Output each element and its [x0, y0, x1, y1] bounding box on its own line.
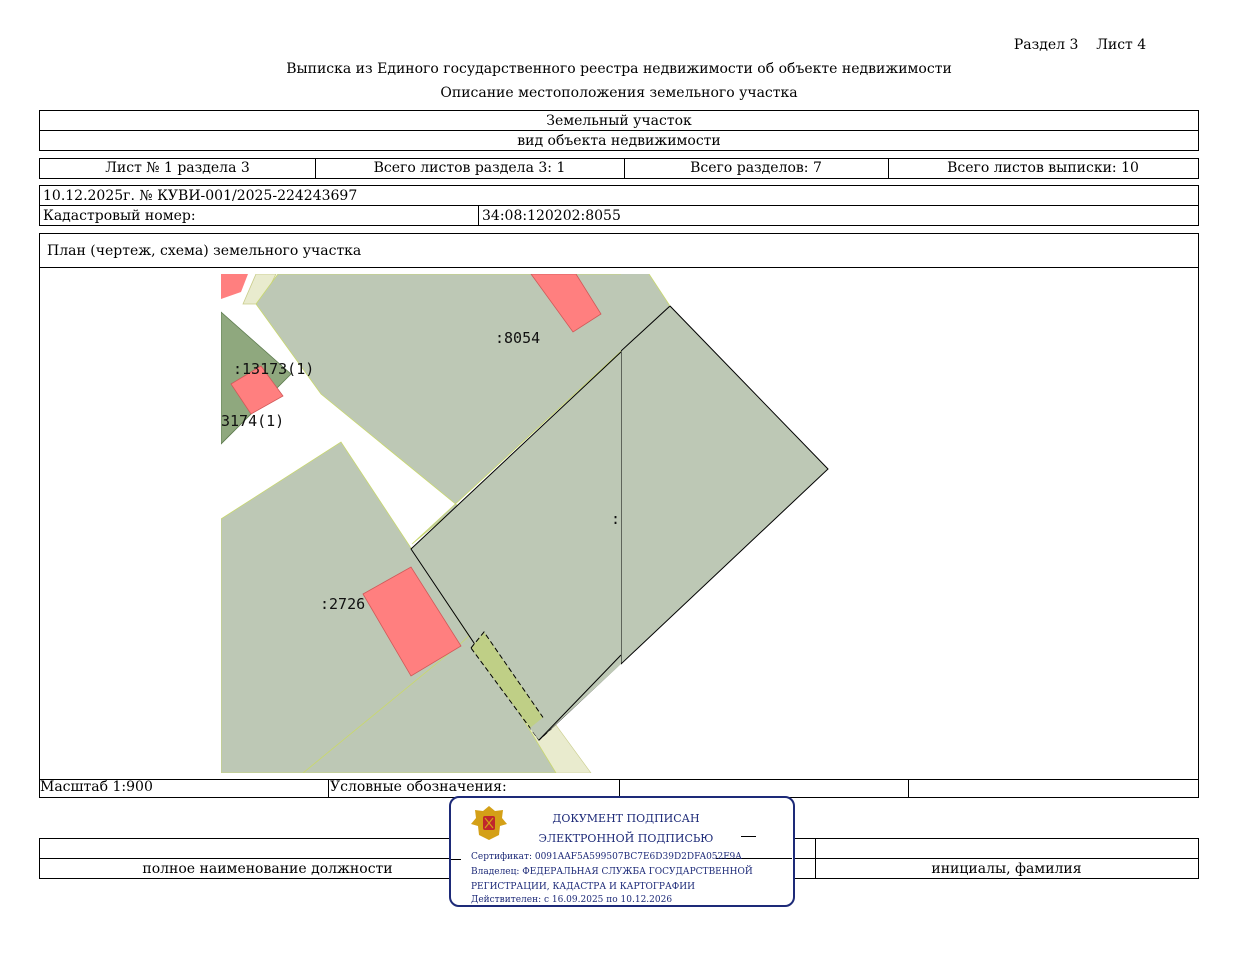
- map-scale: Масштаб 1:900: [40, 779, 153, 795]
- object-type-table: Земельный участок вид объекта недвижимос…: [39, 110, 1199, 151]
- sheet-number: Лист № 1 раздела 3: [105, 160, 250, 176]
- name-caption: инициалы, фамилия: [931, 861, 1082, 877]
- section-sheet-label: Раздел 3 Лист 4: [1013, 37, 1147, 53]
- object-type-caption: вид объекта недвижимости: [517, 133, 721, 149]
- object-type-value: Земельный участок: [546, 113, 692, 129]
- owner-line-1: Владелец: ФЕДЕРАЛЬНАЯ СЛУЖБА ГОСУДАРСТВЕ…: [471, 867, 753, 877]
- plan-title: План (чертеж, схема) земельного участка: [47, 243, 362, 259]
- label-8055: :8055: [611, 510, 621, 528]
- document-title: Выписка из Единого государственного реес…: [286, 61, 952, 77]
- position-caption: полное наименование должности: [142, 861, 393, 877]
- stamp-line-2: ЭЛЕКТРОННОЙ ПОДПИСЬЮ: [511, 832, 741, 846]
- sheet-info-row: Лист № 1 раздела 3 Всего листов раздела …: [39, 158, 1199, 179]
- sheets-in-section: Всего листов раздела 3: 1: [373, 160, 566, 176]
- date-number: 10.12.2025г. № КУВИ-001/2025-224243697: [43, 188, 358, 204]
- legend-label: Условные обозначения:: [330, 779, 507, 795]
- cadastral-plan-map-right: [621, 274, 829, 665]
- total-sections: Всего разделов: 7: [690, 160, 822, 176]
- electronic-signature-stamp: ДОКУМЕНТ ПОДПИСАН ЭЛЕКТРОННОЙ ПОДПИСЬЮ С…: [449, 796, 795, 907]
- document-info-table: 10.12.2025г. № КУВИ-001/2025-224243697 К…: [39, 185, 1199, 226]
- label-13173: :13173(1): [233, 360, 314, 378]
- owner-line-2: РЕГИСТРАЦИИ, КАДАСТРА И КАРТОГРАФИИ: [471, 882, 695, 892]
- emblem-icon: [471, 806, 507, 840]
- label-2726: :2726: [320, 595, 365, 613]
- label-8054: :8054: [495, 329, 540, 347]
- total-sheets: Всего листов выписки: 10: [947, 160, 1139, 176]
- main-parcel-tail: [530, 654, 622, 741]
- label-3174: 3174(1): [221, 412, 284, 430]
- validity-period: Действителен: с 16.09.2025 по 10.12.2026: [471, 895, 673, 905]
- certificate-number: Сертификат: 0091AAF5A599507BC7E6D39D2DFA…: [471, 852, 742, 862]
- cadastral-number: 34:08:120202:8055: [482, 208, 621, 224]
- stamp-line-1: ДОКУМЕНТ ПОДПИСАН: [552, 812, 700, 825]
- document-subtitle: Описание местоположения земельного участ…: [440, 85, 798, 101]
- cadastral-label: Кадастровый номер:: [43, 208, 196, 224]
